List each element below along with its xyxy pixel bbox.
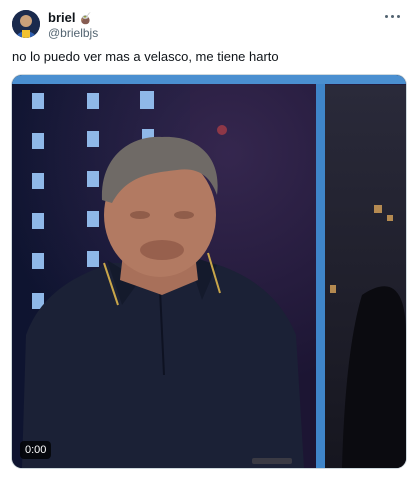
more-options-button[interactable] <box>380 6 404 26</box>
video-timestamp: 0:00 <box>20 441 52 459</box>
name-emoji: 🧉 <box>78 13 93 25</box>
more-horizontal-icon <box>384 14 388 18</box>
author-name-row[interactable]: briel 🧉 <box>48 10 92 27</box>
tweet-card: briel 🧉 @brielbjs no lo puedo ver mas a v… <box>0 0 414 480</box>
tweet-text: no lo puedo ver mas a velasco, me tiene … <box>12 49 279 64</box>
video-frame <box>12 75 406 468</box>
author-handle[interactable]: @brielbjs <box>48 26 98 40</box>
video-player[interactable]: 0:00 <box>12 75 406 468</box>
avatar[interactable] <box>12 10 40 38</box>
author-display-name[interactable]: briel <box>48 10 75 25</box>
